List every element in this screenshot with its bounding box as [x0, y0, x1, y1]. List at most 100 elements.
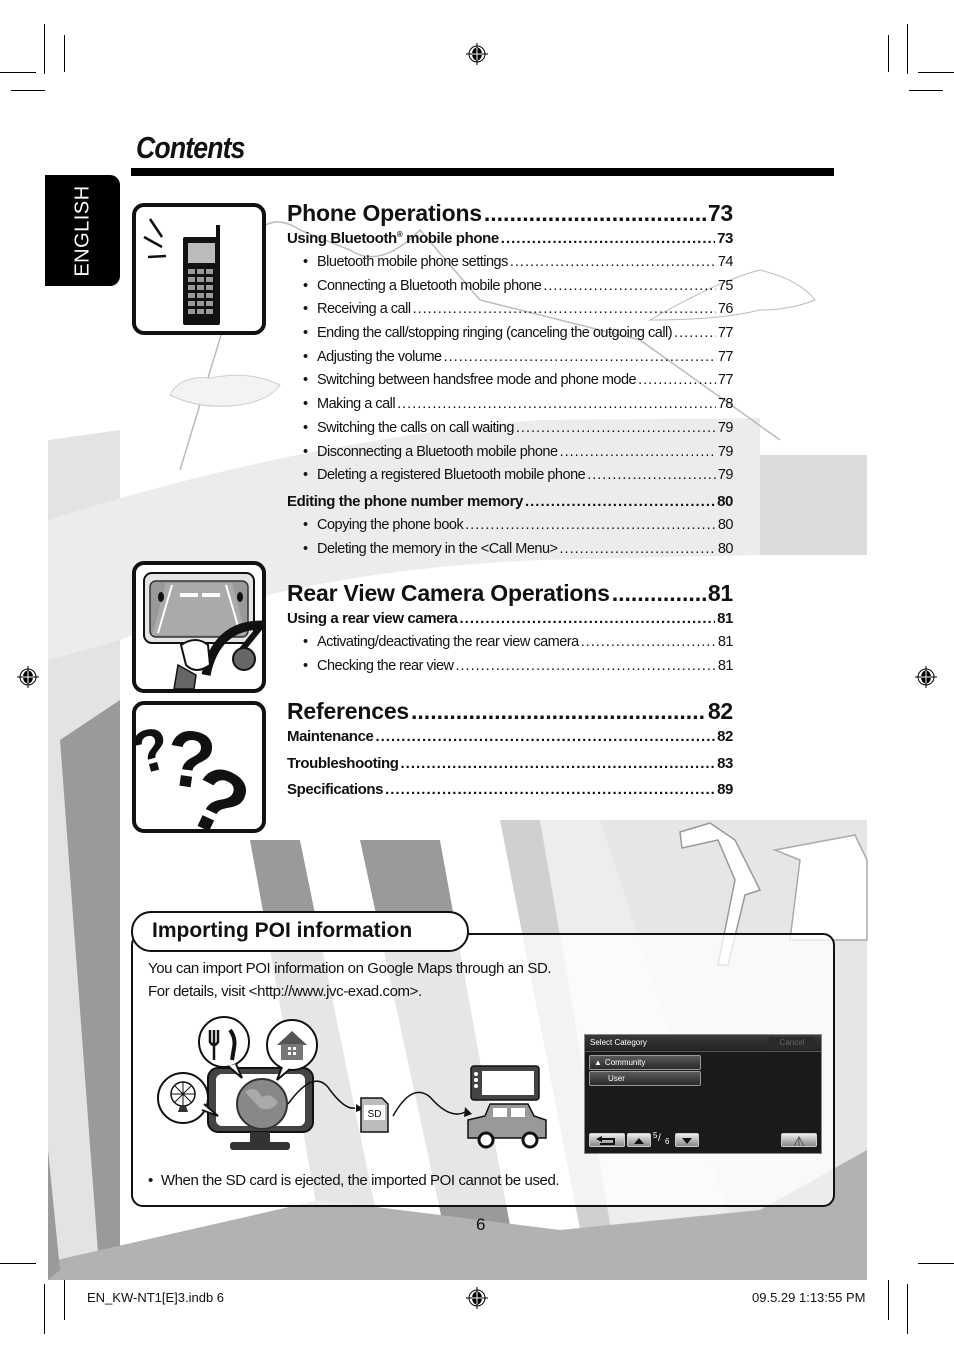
toc-item-page: 79 — [717, 419, 733, 436]
toc-heading-references[interactable]: References82 — [287, 698, 733, 728]
mobile-phone-icon — [143, 218, 220, 325]
toc-item-label: Disconnecting a Bluetooth mobile phone — [317, 443, 558, 460]
leader-dots — [413, 301, 716, 317]
house-icon: ▲ — [594, 1058, 602, 1067]
question-marks-icon: ? ? ? — [136, 712, 262, 829]
globe-icon — [236, 1078, 288, 1130]
bullet: • — [303, 634, 308, 650]
crop-mark — [909, 90, 943, 91]
registration-mark-icon — [466, 1287, 488, 1309]
sd-card-label: SD — [368, 1109, 382, 1120]
sd-card-icon: SD — [360, 1097, 389, 1133]
toc-subheading[interactable]: Using Bluetooth® mobile phone73 — [287, 230, 733, 254]
toc-item-page: 79 — [717, 467, 733, 484]
category-community-button[interactable]: ▲ Community — [589, 1055, 701, 1070]
map-button[interactable] — [781, 1133, 817, 1147]
toc-subheading[interactable]: Using a rear view camera81 — [287, 610, 733, 634]
toc-item[interactable]: • Copying the phone book 80 — [287, 517, 733, 541]
toc-subheading[interactable]: Specifications 89 — [287, 781, 733, 808]
category-user-button[interactable]: User — [589, 1071, 701, 1086]
toc-item-page: 80 — [717, 540, 733, 557]
toc-entry-label: Troubleshooting — [287, 754, 399, 772]
arrow-icon — [464, 1107, 472, 1117]
page-separator: / — [658, 1133, 661, 1144]
toc-entry-label: Specifications — [287, 781, 384, 798]
toc-item-label: Receiving a call — [317, 301, 411, 318]
title-rule — [131, 168, 834, 176]
bullet: • — [303, 325, 308, 342]
toc-entry-page: 83 — [717, 754, 733, 772]
toc-item-page: 74 — [717, 254, 733, 270]
leader-dots — [510, 254, 716, 270]
references-section-icon: ? ? ? — [132, 701, 266, 833]
toc-item[interactable]: • Making a call 78 — [287, 396, 733, 420]
toc-item[interactable]: • Switching between handsfree mode and ph… — [287, 372, 733, 396]
crop-mark — [44, 1284, 45, 1334]
toc-item[interactable]: • Connecting a Bluetooth mobile phone 75 — [287, 278, 733, 302]
crop-mark — [918, 1263, 954, 1264]
crop-mark — [918, 72, 954, 73]
screen-header-title: Select Category — [590, 1038, 647, 1047]
bullet: • — [303, 254, 308, 270]
bullet: • — [303, 419, 308, 436]
page-current: 5 — [653, 1131, 658, 1140]
toc-references: References82 Maintenance 82 Troubleshootin… — [287, 698, 733, 808]
footer-filename: EN_KW-NT1[E]3.indb 6 — [87, 1290, 225, 1305]
map-icon — [793, 1135, 805, 1147]
leader-dots — [385, 781, 715, 798]
back-button[interactable] — [589, 1133, 625, 1147]
camera-section-icon — [132, 561, 266, 693]
toc-item-label: Adjusting the volume — [317, 348, 442, 365]
toc-subheading[interactable]: Troubleshooting 83 — [287, 755, 733, 782]
bullet: • — [303, 657, 308, 674]
toc-item-page: 80 — [717, 516, 733, 533]
crop-mark — [64, 1280, 65, 1320]
bullet: • — [303, 396, 308, 413]
bullet: • — [303, 301, 308, 318]
car-navigation-unit-icon — [470, 1065, 540, 1101]
toc-item[interactable]: • Deleting the memory in the <Call Menu> 8… — [287, 541, 733, 565]
leader-dots — [560, 541, 716, 557]
toc-item[interactable]: • Bluetooth mobile phone settings 74 — [287, 254, 733, 278]
leader-dots — [456, 658, 716, 674]
leader-dots — [638, 372, 716, 388]
toc-subheading[interactable]: Editing the phone number memory80 — [287, 493, 733, 517]
toc-item-label: Deleting a registered Bluetooth mobile p… — [317, 467, 586, 484]
toc-item[interactable]: • Activating/deactivating the rear view c… — [287, 634, 733, 658]
language-tab: ENGLISH — [45, 175, 120, 286]
page-down-button[interactable] — [675, 1133, 699, 1147]
toc-item-page: 81 — [717, 657, 733, 674]
toc-item[interactable]: • Adjusting the volume 77 — [287, 349, 733, 373]
leader-dots — [397, 396, 716, 412]
page-number: 6 — [476, 1215, 486, 1234]
page-up-button[interactable] — [627, 1133, 651, 1147]
crop-mark — [0, 72, 36, 73]
bullet: • — [303, 516, 308, 533]
toc-item[interactable]: • Ending the call/stopping ringing (cance… — [287, 325, 733, 349]
toc-item[interactable]: • Deleting a registered Bluetooth mobile … — [287, 467, 733, 491]
page-total: 6 — [665, 1137, 670, 1146]
crop-mark — [888, 35, 889, 72]
toc-item[interactable]: • Receiving a call 76 — [287, 301, 733, 325]
toc-entry-page: 82 — [717, 728, 733, 745]
toc-phone-operations: Phone Operations73 Using Bluetooth® mobi… — [287, 200, 733, 564]
toc-item[interactable]: • Switching the calls on call waiting 79 — [287, 420, 733, 444]
leader-dots — [587, 467, 716, 483]
toc-item-label: Bluetooth mobile phone settings — [317, 254, 508, 270]
toc-item[interactable]: • Checking the rear view 81 — [287, 658, 733, 682]
poi-text-line-1: You can import POI information on Google… — [148, 960, 552, 977]
toc-item-page: 79 — [717, 443, 733, 460]
toc-item-label: Ending the call/stopping ringing (cancel… — [317, 325, 673, 342]
toc-heading-phone[interactable]: Phone Operations73 — [287, 200, 733, 230]
toc-item[interactable]: • Disconnecting a Bluetooth mobile phone 7… — [287, 444, 733, 468]
bullet: • — [303, 277, 308, 294]
toc-heading-camera[interactable]: Rear View Camera Operations81 — [287, 580, 733, 610]
screen-cancel-button[interactable]: Cancel — [769, 1037, 815, 1049]
poi-heading-tab: Importing POI information — [131, 911, 469, 952]
toc-subheading[interactable]: Maintenance 82 — [287, 728, 733, 755]
toc-item-page: 75 — [717, 277, 733, 294]
leader-dots — [581, 634, 716, 650]
toc-item-page: 77 — [717, 348, 733, 365]
up-arrow-icon — [634, 1138, 644, 1144]
bullet: • — [303, 372, 308, 389]
